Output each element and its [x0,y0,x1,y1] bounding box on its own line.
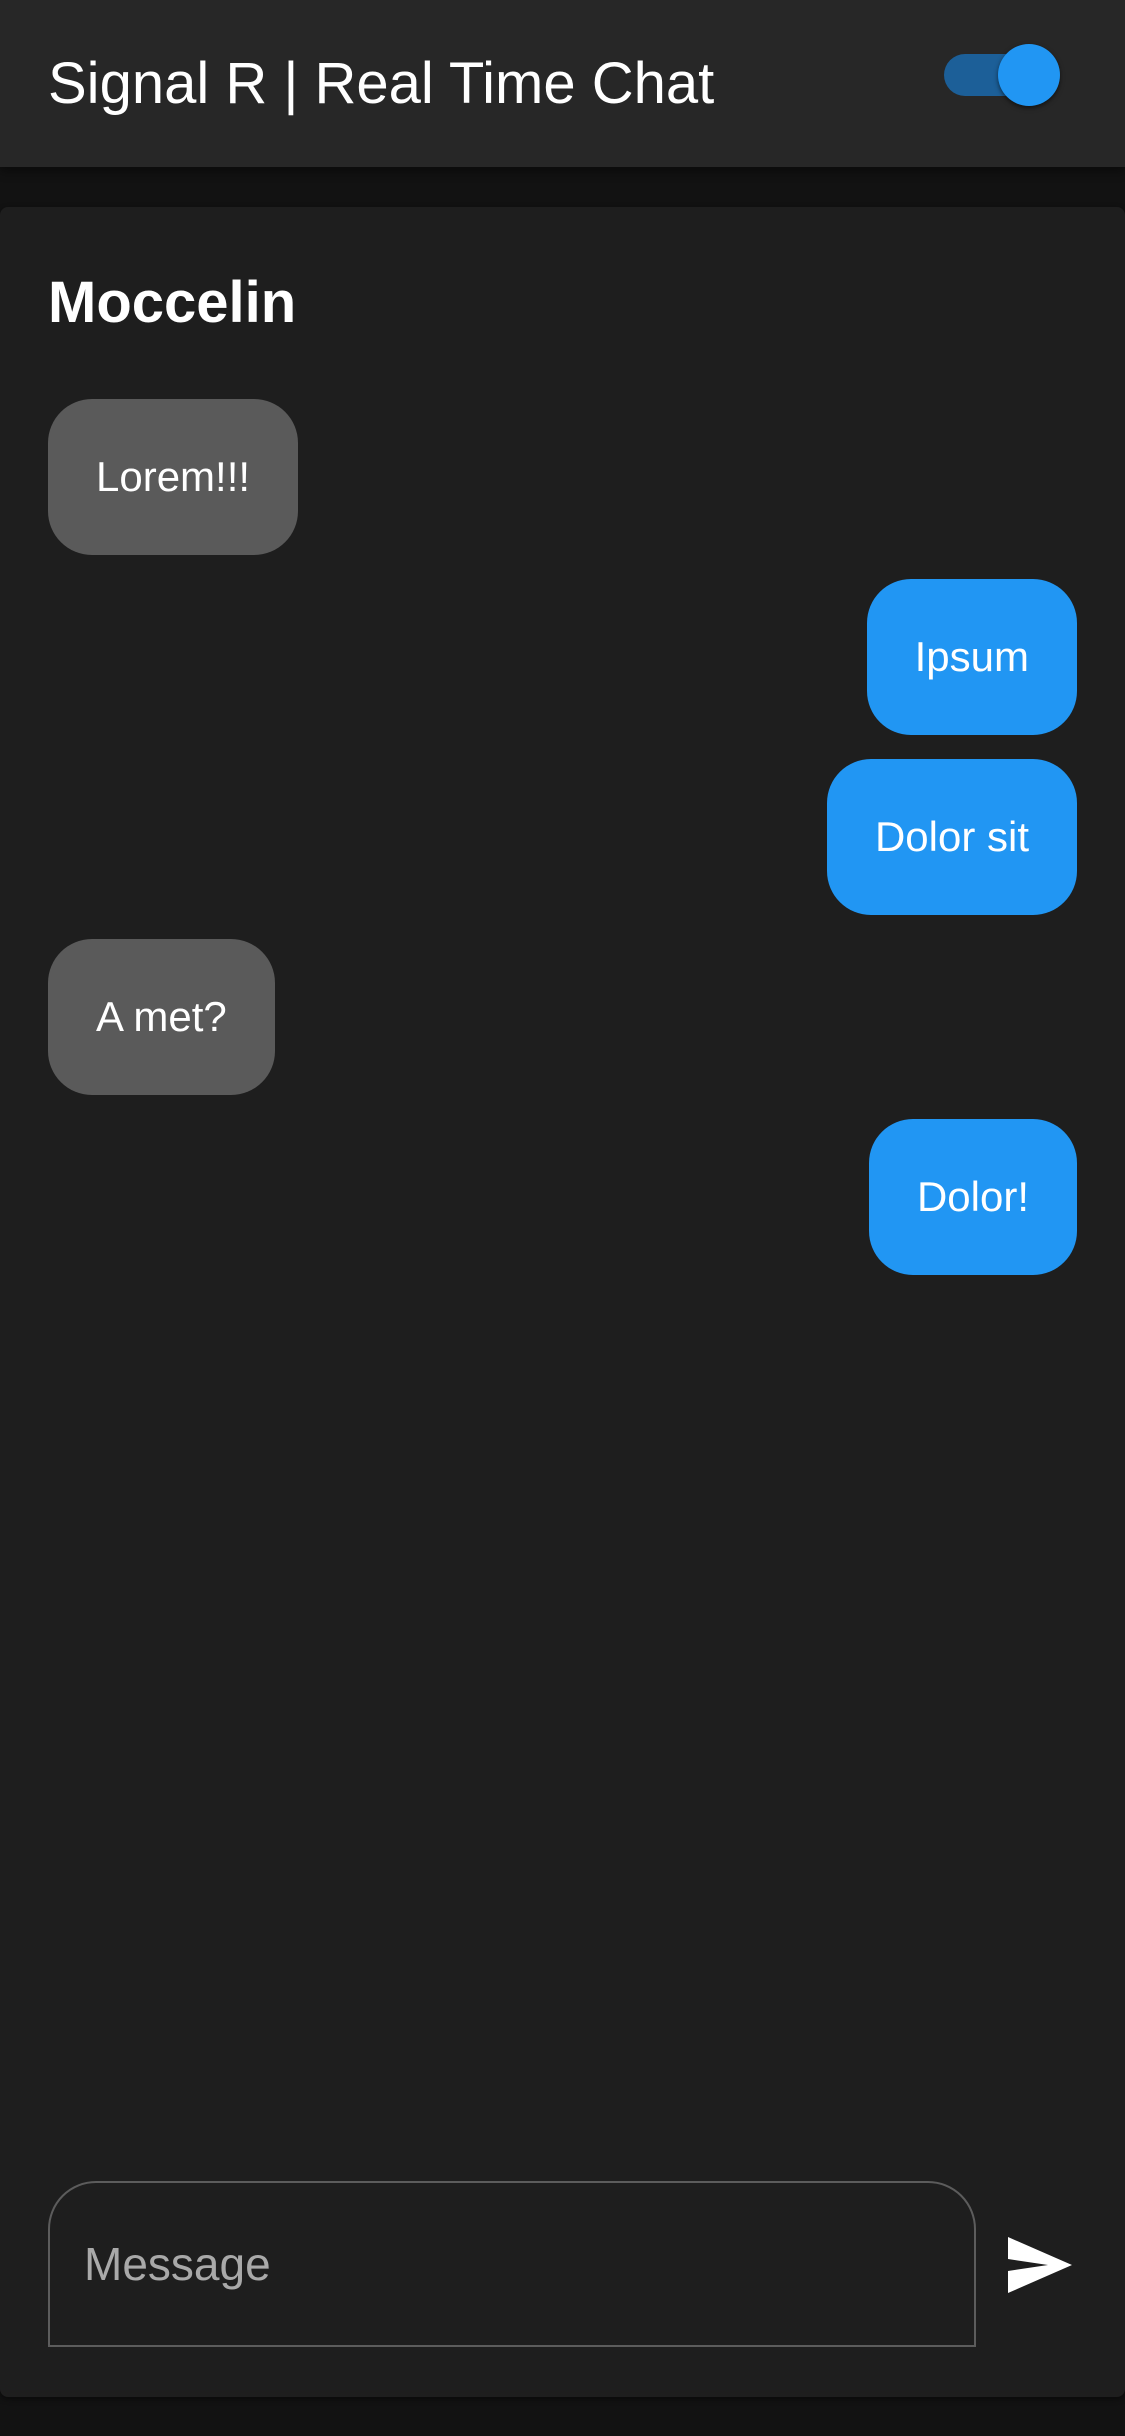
message-input[interactable] [48,2181,976,2347]
theme-toggle[interactable] [944,42,1060,108]
contact-name: Moccelin [48,270,297,335]
incoming-message-bubble: A met? [48,939,275,1095]
outgoing-message-bubble: Ipsum [866,579,1077,735]
app-bar: Signal R | Real Time Chat [0,0,1125,167]
message-row: Ipsum [48,579,1077,735]
incoming-message-bubble: Lorem!!! [48,399,299,555]
outgoing-message-bubble: Dolor sit [826,759,1077,915]
outgoing-message-bubble: Dolor! [868,1119,1077,1275]
message-row: A met? [48,939,1077,1095]
send-button[interactable] [1002,2227,1077,2302]
message-list: Lorem!!! Ipsum Dolor sit A met? Dolor! [48,399,1077,1299]
message-row: Dolor! [48,1119,1077,1275]
message-row: Lorem!!! [48,399,1077,555]
chat-card: Moccelin Lorem!!! Ipsum Dolor sit A met?… [0,207,1125,2397]
send-icon [1007,2236,1072,2293]
message-row: Dolor sit [48,759,1077,915]
toggle-thumb [998,44,1060,106]
app-title: Signal R | Real Time Chat [48,51,715,116]
message-composer [48,2181,1077,2347]
